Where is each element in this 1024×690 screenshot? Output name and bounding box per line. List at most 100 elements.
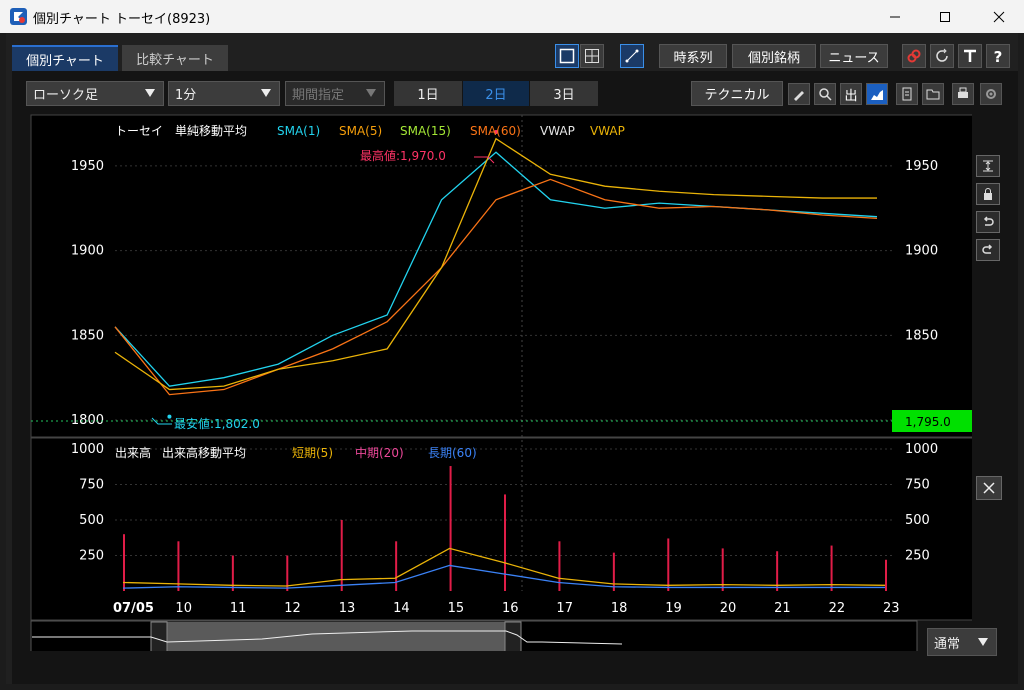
navigator-mode-select[interactable]: 通常 bbox=[927, 628, 997, 656]
legend-sma1: SMA(1) bbox=[277, 124, 320, 138]
x-axis-label: 20 bbox=[720, 601, 737, 616]
x-axis-label: 21 bbox=[774, 601, 791, 616]
legend-sma60: SMA(60) bbox=[470, 124, 521, 138]
volume-y-tick-right: 1000 bbox=[905, 442, 938, 457]
volume-legend-indicator: 出来高移動平均 bbox=[162, 445, 246, 460]
volume-panel bbox=[30, 437, 972, 621]
legend-vol-long: 長期(60) bbox=[428, 446, 477, 460]
lock-button[interactable] bbox=[976, 183, 1000, 205]
close-icon bbox=[993, 11, 1005, 22]
title-bar: 個別チャート トーセイ(8923) bbox=[0, 0, 1024, 33]
minimize-button[interactable] bbox=[872, 0, 918, 33]
app-logo-icon bbox=[10, 8, 27, 25]
volume-y-tick-right: 500 bbox=[905, 513, 930, 528]
volume-y-tick: 1000 bbox=[71, 442, 104, 457]
app-window: 個別チャート トーセイ(8923) 個別チャート 比較チャート 時系列 個別銘柄 bbox=[0, 0, 1024, 690]
x-axis-label: 15 bbox=[448, 601, 465, 616]
draw-line-button[interactable] bbox=[620, 44, 644, 68]
navigator-mode-value: 通常 bbox=[934, 636, 961, 652]
window-title: 個別チャート トーセイ(8923) bbox=[33, 12, 211, 27]
x-axis-label: 17 bbox=[556, 601, 573, 616]
volume-bar bbox=[395, 541, 398, 591]
tab-individual-chart[interactable]: 個別チャート bbox=[12, 45, 118, 71]
x-axis-label: 10 bbox=[175, 601, 192, 616]
main-area: 個別チャート 比較チャート 時系列 個別銘柄 ニュース ? ローソク足 1分 期… bbox=[6, 33, 1018, 684]
x-axis-label: 13 bbox=[339, 601, 356, 616]
volume-bar bbox=[504, 494, 506, 591]
current-price-value: 1,795.0 bbox=[905, 415, 951, 429]
x-axis-label: 18 bbox=[611, 601, 628, 616]
price-legend-indicator: 単純移動平均 bbox=[175, 124, 247, 138]
stock-detail-button[interactable]: 個別銘柄 bbox=[732, 44, 816, 68]
close-icon bbox=[983, 482, 995, 494]
legend-sma15: SMA(15) bbox=[400, 124, 451, 138]
price-y-tick-right: 1900 bbox=[905, 244, 938, 259]
svg-text:?: ? bbox=[994, 48, 1003, 64]
volume-y-tick-right: 250 bbox=[905, 549, 930, 564]
fit-vertical-icon bbox=[983, 160, 993, 172]
x-axis-label: 19 bbox=[665, 601, 682, 616]
volume-bar bbox=[449, 466, 452, 591]
volume-y-tick-right: 750 bbox=[905, 478, 930, 493]
price-panel bbox=[30, 114, 972, 438]
navigator-window[interactable] bbox=[151, 622, 521, 651]
link-icon bbox=[907, 49, 921, 63]
x-axis-label: 16 bbox=[502, 601, 519, 616]
volume-bar bbox=[612, 552, 615, 591]
legend-vwap1: VWAP bbox=[540, 124, 575, 138]
price-y-tick: 1850 bbox=[71, 328, 104, 343]
news-button[interactable]: ニュース bbox=[820, 44, 888, 68]
legend-vwap2: VWAP bbox=[590, 124, 625, 138]
minimize-icon bbox=[890, 16, 900, 17]
grid-icon bbox=[585, 49, 599, 63]
grid-layout-button[interactable] bbox=[580, 44, 604, 68]
volume-bar bbox=[340, 520, 343, 591]
volume-y-tick: 750 bbox=[79, 478, 104, 493]
x-axis: 07/05 10 11 12 13 14 15 16 17 18 19 20 21 22 23 bbox=[113, 601, 900, 616]
price-y-tick: 1900 bbox=[71, 244, 104, 259]
legend-sma5: SMA(5) bbox=[339, 124, 382, 138]
volume-bar bbox=[558, 541, 561, 591]
high-price-label: 最高値:1,970.0 bbox=[360, 148, 446, 163]
single-pane-icon bbox=[559, 48, 575, 64]
price-y-tick: 1950 bbox=[71, 159, 104, 174]
volume-y-tick: 250 bbox=[79, 549, 104, 564]
redo-icon bbox=[982, 244, 993, 254]
volume-legend-name: 出来高 bbox=[115, 445, 151, 460]
refresh-button[interactable] bbox=[930, 44, 954, 68]
dropdown-arrow-icon bbox=[978, 638, 988, 646]
navigator-left-handle[interactable] bbox=[150, 621, 168, 651]
maximize-icon bbox=[940, 11, 950, 22]
undo-button[interactable] bbox=[976, 211, 1000, 233]
fit-height-button[interactable] bbox=[976, 155, 1000, 177]
price-legend-name: トーセイ bbox=[115, 124, 163, 138]
undo-icon bbox=[983, 216, 994, 226]
redo-button[interactable] bbox=[976, 239, 1000, 261]
settings-button[interactable] bbox=[980, 83, 1002, 105]
x-axis-label: 07/05 bbox=[113, 601, 154, 616]
close-button[interactable] bbox=[976, 0, 1022, 33]
tab-compare-chart[interactable]: 比較チャート bbox=[122, 45, 228, 71]
close-volume-panel-button[interactable] bbox=[976, 476, 1002, 500]
text-size-button[interactable] bbox=[958, 44, 982, 68]
chart-area[interactable]: 1950195019001900185018501800180010001000… bbox=[12, 71, 972, 651]
legend-vol-short: 短期(5) bbox=[292, 446, 333, 460]
tab-bar: 個別チャート 比較チャート 時系列 個別銘柄 ニュース ? bbox=[6, 33, 1018, 71]
help-button[interactable]: ? bbox=[986, 44, 1010, 68]
maximize-button[interactable] bbox=[922, 0, 968, 33]
single-layout-button[interactable] bbox=[555, 44, 579, 68]
volume-y-tick: 500 bbox=[79, 513, 104, 528]
timeseries-button[interactable]: 時系列 bbox=[659, 44, 727, 68]
low-price-label: 最安値:1,802.0 bbox=[174, 416, 260, 431]
volume-bar bbox=[885, 559, 887, 591]
price-y-tick-right: 1950 bbox=[905, 159, 938, 174]
help-question-icon: ? bbox=[994, 48, 1003, 64]
lock-icon bbox=[984, 188, 992, 200]
volume-bar bbox=[667, 538, 670, 591]
x-axis-label: 11 bbox=[230, 601, 247, 616]
chart-content: ローソク足 1分 期間指定 1日 2日 3日 テクニカル 出 1950 1950… bbox=[12, 71, 1018, 684]
price-y-tick-right: 1850 bbox=[905, 328, 938, 343]
legend-vol-mid: 中期(20) bbox=[355, 445, 404, 460]
gear-icon bbox=[986, 89, 996, 99]
link-button[interactable] bbox=[902, 44, 926, 68]
